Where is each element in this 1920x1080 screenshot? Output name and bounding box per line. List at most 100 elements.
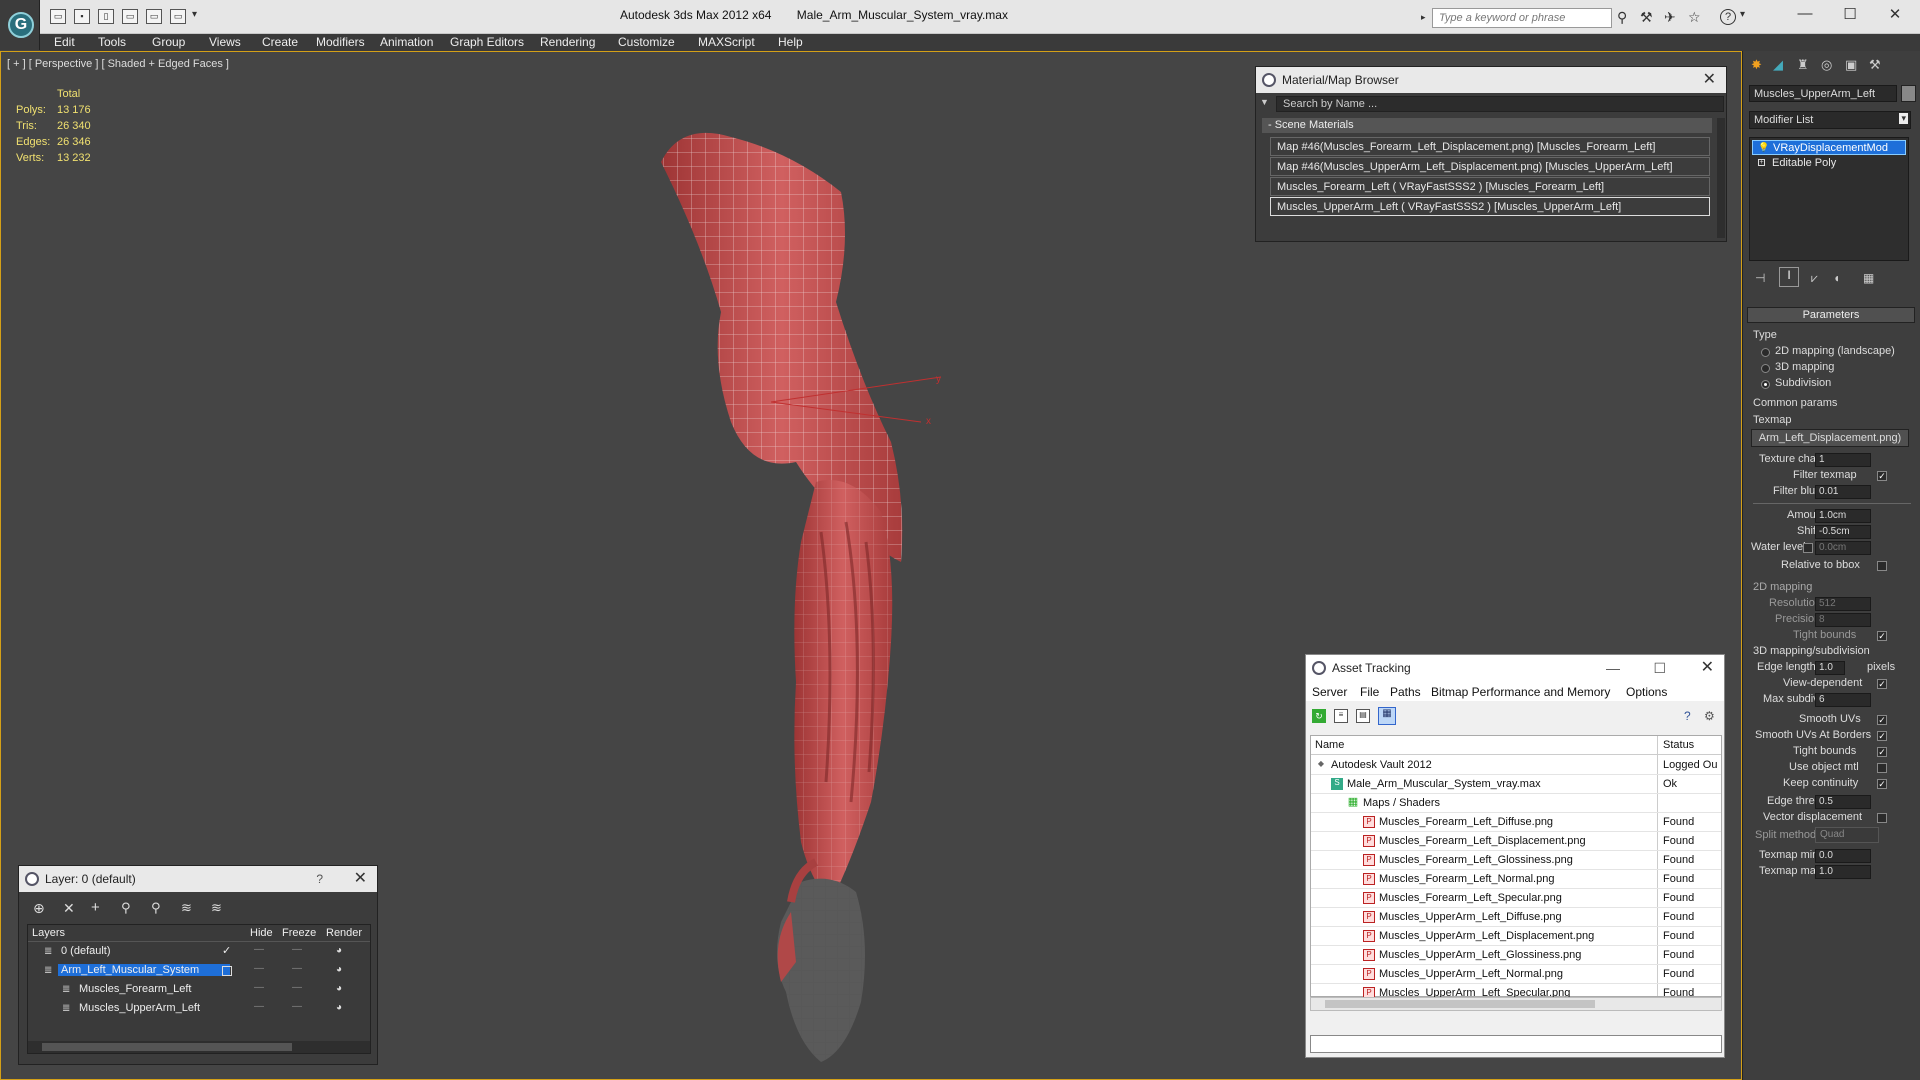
view-dependent-checkbox[interactable]: ✓ <box>1877 679 1887 689</box>
table-row[interactable]: P Muscles_UpperArm_Left_Diffuse.png Found <box>1311 908 1721 927</box>
pin-stack-icon[interactable]: ⊣ <box>1755 271 1765 285</box>
radio-subdivision[interactable] <box>1761 380 1770 389</box>
precision-spinner[interactable]: 8 <box>1815 613 1871 627</box>
menu-views[interactable]: Views <box>209 35 241 49</box>
edge-length-spinner[interactable]: 1.0 <box>1815 661 1845 675</box>
layer-scrollbar[interactable] <box>28 1041 370 1053</box>
layer-name[interactable]: Muscles_Forearm_Left <box>76 983 195 995</box>
freeze-toggle-icon[interactable]: — <box>292 963 302 974</box>
smooth-uvs-checkbox[interactable]: ✓ <box>1877 715 1887 725</box>
menu-tools[interactable]: Tools <box>98 35 126 49</box>
modifier-list-dropdown[interactable]: Modifier List ▾ <box>1749 111 1911 129</box>
table-row[interactable]: P Muscles_UpperArm_Left_Displacement.png F… <box>1311 927 1721 946</box>
menu-modifiers[interactable]: Modifiers <box>316 35 365 49</box>
material-item[interactable]: Map #46(Muscles_Forearm_Left_Displacemen… <box>1270 137 1710 156</box>
material-item[interactable]: Map #46(Muscles_UpperArm_Left_Displaceme… <box>1270 157 1710 176</box>
create-tab-icon[interactable]: ✸ <box>1751 57 1762 73</box>
table-row[interactable]: P Muscles_Forearm_Left_Normal.png Found <box>1311 870 1721 889</box>
column-freeze[interactable]: Freeze <box>282 927 316 939</box>
layer-box-icon[interactable] <box>222 966 232 976</box>
render-teapot-icon[interactable]: ◕ <box>336 964 342 975</box>
tight-bounds-2d-checkbox[interactable]: ✓ <box>1877 631 1887 641</box>
layer-name[interactable]: 0 (default) <box>58 945 114 957</box>
filter-blur-spinner[interactable]: 0.01 <box>1815 485 1871 499</box>
menu-options[interactable]: Options <box>1626 685 1667 699</box>
configure-sets-icon[interactable]: ▦ <box>1863 271 1874 285</box>
keyword-search-input[interactable]: Type a keyword or phrase <box>1432 8 1612 28</box>
detail-view-icon[interactable]: ▤ <box>1356 709 1370 723</box>
column-name[interactable]: Name <box>1315 736 1344 754</box>
close-icon[interactable]: ✕ <box>1880 5 1910 23</box>
app-logo[interactable]: G <box>0 0 40 50</box>
menu-rendering[interactable]: Rendering <box>540 35 595 49</box>
show-end-result-icon[interactable]: I <box>1779 267 1799 287</box>
close-icon[interactable]: ✕ <box>1703 67 1716 93</box>
table-row[interactable]: P Muscles_UpperArm_Left_Glossiness.png Fou… <box>1311 946 1721 965</box>
help-dropdown-icon[interactable]: ▾ <box>1740 9 1745 20</box>
layer-scrollbar-thumb[interactable] <box>42 1043 292 1051</box>
edge-thresh-spinner[interactable]: 0.5 <box>1815 795 1871 809</box>
menu-group[interactable]: Group <box>152 35 185 49</box>
help-icon[interactable]: ? <box>1684 709 1691 723</box>
asset-tracking-header[interactable]: Asset Tracking — ☐ ✕ <box>1306 655 1724 681</box>
tight-bounds-3d-checkbox[interactable]: ✓ <box>1877 747 1887 757</box>
table-row[interactable]: P Muscles_UpperArm_Left_Normal.png Found <box>1311 965 1721 984</box>
quick-access-dropdown-icon[interactable]: ▾ <box>192 9 197 20</box>
material-item[interactable]: Muscles_UpperArm_Left ( VRayFastSSS2 ) [… <box>1270 197 1710 216</box>
maximize-icon[interactable]: ☐ <box>1653 655 1666 681</box>
binoculars-icon[interactable]: ⚲ <box>1617 9 1627 26</box>
hierarchy-tab-icon[interactable]: ♜ <box>1797 57 1809 73</box>
menu-paths[interactable]: Paths <box>1390 685 1421 699</box>
table-row[interactable]: P Muscles_Forearm_Left_Diffuse.png Found <box>1311 813 1721 832</box>
texmap-max-spinner[interactable]: 1.0 <box>1815 865 1871 879</box>
layer-name[interactable]: Arm_Left_Muscular_System <box>58 964 230 976</box>
menu-file[interactable]: File <box>1360 685 1379 699</box>
utilities-tab-icon[interactable]: ⚒ <box>1869 57 1881 73</box>
modify-tab-icon[interactable]: ◢ <box>1773 57 1783 73</box>
make-unique-icon[interactable]: ⩗ <box>1811 271 1818 286</box>
freeze-all-icon[interactable]: ≋ <box>211 900 222 916</box>
bulb-icon[interactable]: 💡 <box>1758 142 1769 153</box>
table-row[interactable]: ◆ Autodesk Vault 2012 Logged Ou <box>1311 756 1721 775</box>
arm-muscle-model[interactable]: y x <box>621 82 941 1072</box>
viewport-label[interactable]: [ + ] [ Perspective ] [ Shaded + Edged F… <box>7 58 229 70</box>
current-layer-check-icon[interactable]: ✓ <box>222 944 231 957</box>
close-icon[interactable]: ✕ <box>354 866 367 892</box>
refresh-icon[interactable]: ↻ <box>1312 709 1326 723</box>
scene-materials-group[interactable]: - Scene Materials <box>1262 118 1712 133</box>
highlight-layer-icon[interactable]: ⚲ <box>151 900 161 916</box>
layer-row[interactable]: ≣ 0 (default) — — ◕ ✓ <box>28 943 370 962</box>
resolution-spinner[interactable]: 512 <box>1815 597 1871 611</box>
freeze-toggle-icon[interactable]: — <box>292 1001 302 1012</box>
hide-all-icon[interactable]: ≋ <box>181 900 192 916</box>
relative-bbox-checkbox[interactable] <box>1877 561 1887 571</box>
favorites-star-icon[interactable]: ☆ <box>1688 9 1701 26</box>
hide-toggle-icon[interactable]: — <box>254 982 264 993</box>
menu-maxscript[interactable]: MAXScript <box>698 35 755 49</box>
minimize-icon[interactable]: — <box>1606 655 1620 681</box>
layer-row[interactable]: ≣ Muscles_UpperArm_Left — — ◕ <box>28 1000 370 1019</box>
open-file-icon[interactable]: ▭ <box>50 9 66 24</box>
split-method-dropdown[interactable]: Quad <box>1815 827 1879 843</box>
close-icon[interactable]: ✕ <box>1701 655 1714 681</box>
layer-name[interactable]: Muscles_UpperArm_Left <box>76 1002 203 1014</box>
undo-icon[interactable]: ▯ <box>98 9 114 24</box>
freeze-toggle-icon[interactable]: — <box>292 982 302 993</box>
menu-bitmap-performance[interactable]: Bitmap Performance and Memory <box>1431 685 1610 699</box>
help-icon[interactable]: ? <box>316 866 323 892</box>
column-render[interactable]: Render <box>326 927 362 939</box>
material-browser-header[interactable]: Material/Map Browser ✕ <box>1256 67 1726 93</box>
water-level-checkbox[interactable] <box>1803 543 1813 553</box>
menu-graph-editors[interactable]: Graph Editors <box>450 35 524 49</box>
menu-create[interactable]: Create <box>262 35 298 49</box>
water-level-spinner[interactable]: 0.0cm <box>1815 541 1871 555</box>
stack-item-editable-poly[interactable]: Editable Poly <box>1752 156 1906 171</box>
hide-toggle-icon[interactable]: — <box>254 1001 264 1012</box>
hide-toggle-icon[interactable]: — <box>254 944 264 955</box>
expand-icon[interactable]: + <box>1758 159 1765 166</box>
smooth-uvs-borders-checkbox[interactable]: ✓ <box>1877 731 1887 741</box>
scrollbar-thumb[interactable] <box>1325 1000 1595 1008</box>
menu-edit[interactable]: Edit <box>54 35 75 49</box>
material-search-input[interactable]: Search by Name ... <box>1276 96 1724 112</box>
list-view-icon[interactable]: ≡ <box>1334 709 1348 723</box>
